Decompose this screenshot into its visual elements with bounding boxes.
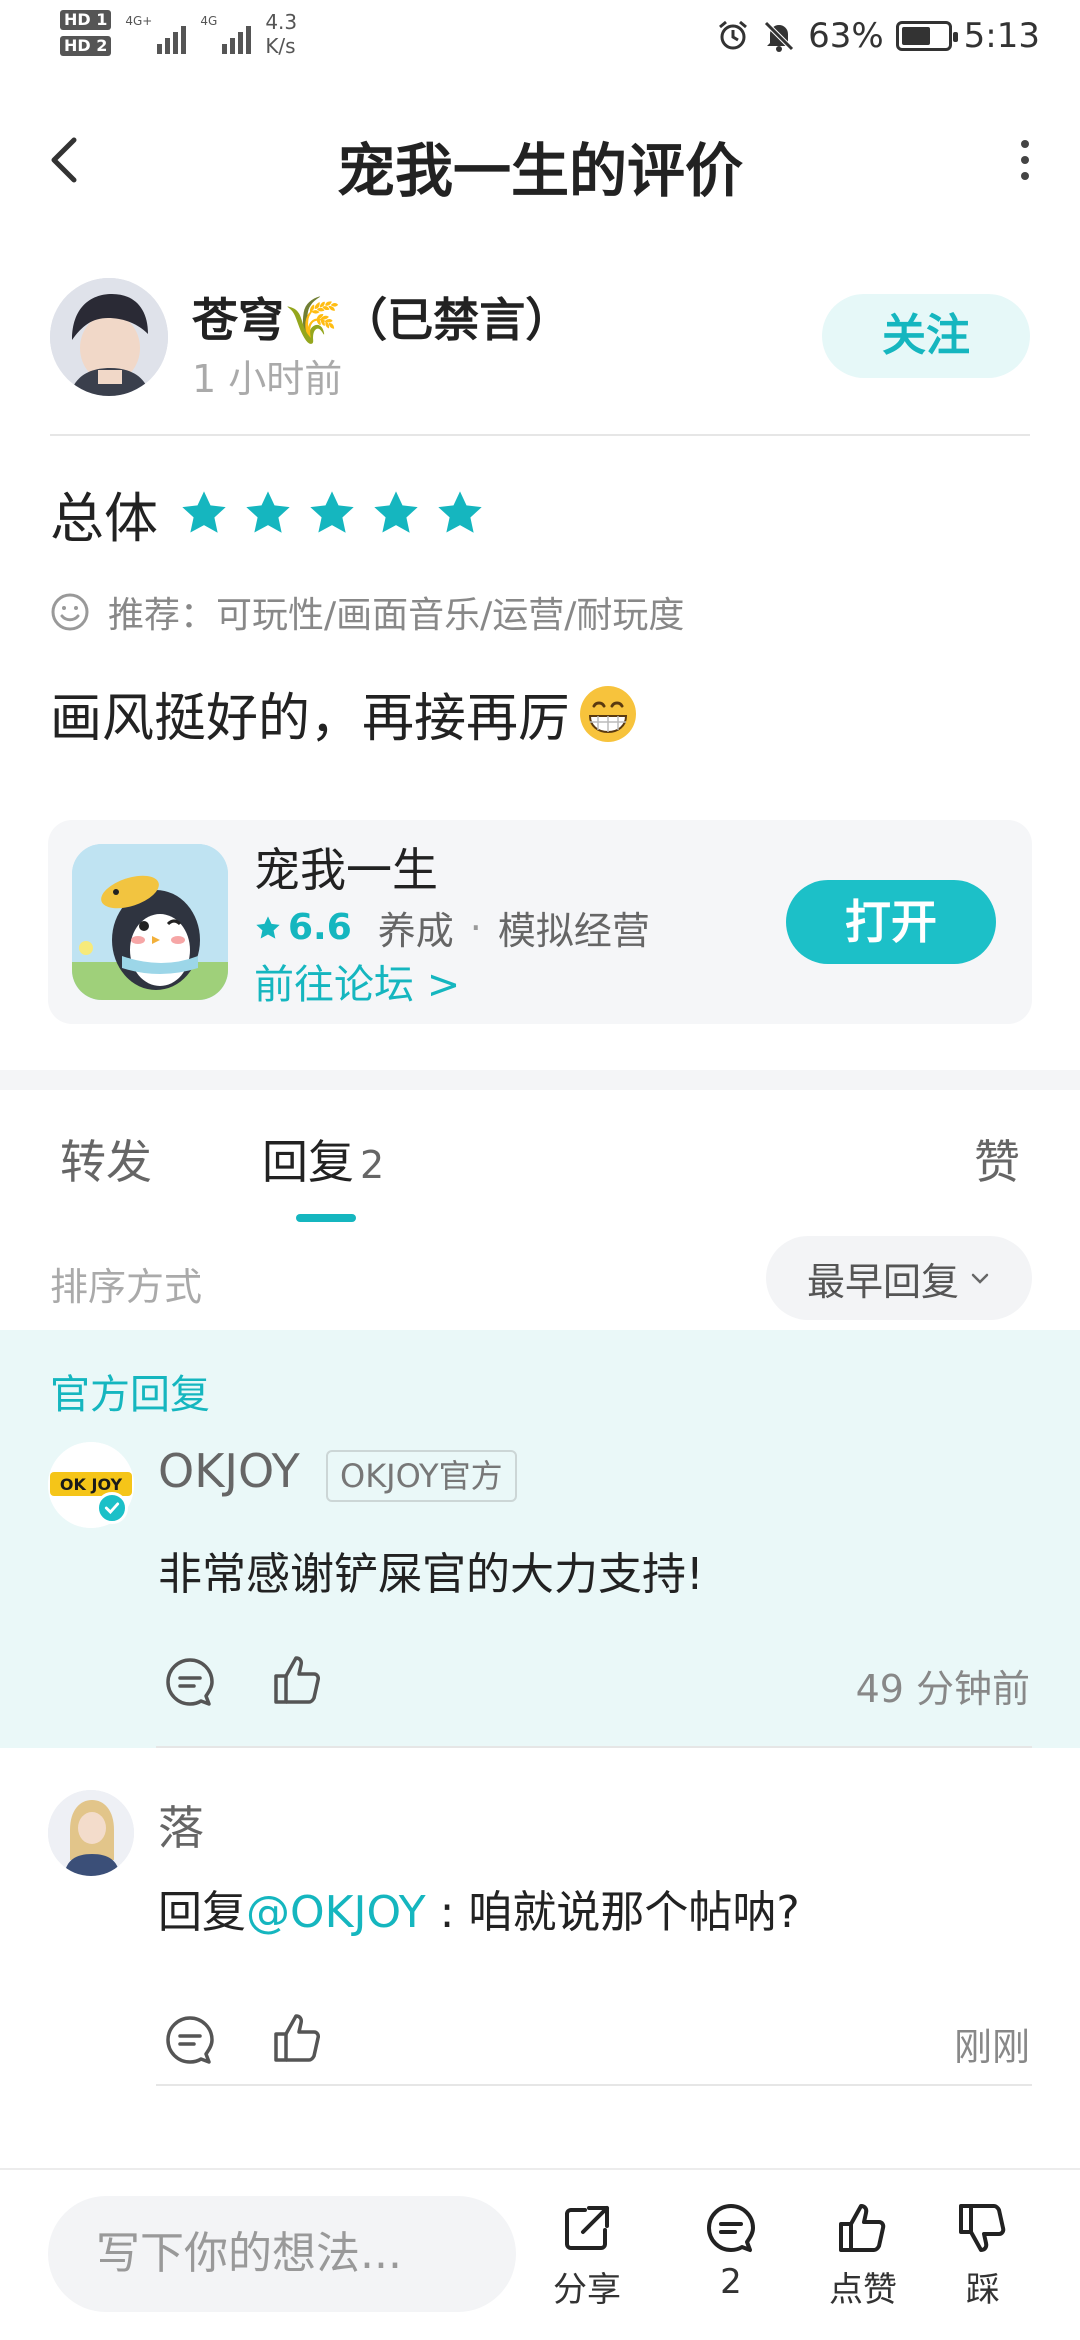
reply-time: 刚刚 [953,2025,1030,2069]
star-icon [310,491,354,533]
meta-separator: · [469,905,482,950]
sort-row: 排序方式 最早回复 [0,1236,1080,1332]
hd1-badge: HD 1 [60,10,112,30]
share-icon [565,2206,609,2250]
review-text: 画风挺好的，再接再厉 [50,689,571,749]
mention-link[interactable]: @OKJOY [246,1887,426,1938]
tab-replies-count: 2 [360,1143,385,1187]
comment-icon [707,2204,755,2252]
app-name[interactable]: 宠我一生 [254,834,438,900]
chevron-down-icon [971,1273,989,1284]
forum-link[interactable]: 前往论坛 > [254,952,460,1010]
clock: 5:13 [963,16,1040,56]
follow-button[interactable]: 关注 [822,294,1030,378]
comment-icon[interactable] [162,2012,218,2068]
rating-stars [178,487,498,539]
thumbs-down-icon [959,2204,1006,2252]
battery-icon [895,21,958,51]
recommend-row: 推荐：可玩性/画面音乐/运营/耐玩度 [50,586,684,638]
reply-prefix: 回复 [158,1887,246,1938]
dislike-label: 踩 [966,2270,1000,2310]
sort-label: 排序方式 [50,1265,203,1309]
overall-rating: 总体 [50,478,498,550]
page-title: 宠我一生的评价 [336,137,743,205]
active-tab-indicator [296,1214,356,1222]
net-speed: 4.3 K/s [265,10,298,58]
like-icon[interactable] [270,1652,326,1708]
app-meta: 6.6 养成 · 模拟经营 [254,900,650,955]
app-icon[interactable] [72,844,228,1000]
reply-author[interactable]: OKJOY [158,1444,300,1498]
official-reply-section: 官方回复 OK JOY OKJOY OKJOY官方 非常感谢铲屎官的大力支持! … [0,1330,1080,1748]
app-rating: 6.6 [288,907,352,948]
tab-bar: 转发 回复 2 赞 [0,1110,1080,1230]
reply-text: 回复@OKJOY : 咱就说那个帖呐? [158,1876,800,1940]
more-options-icon[interactable] [1010,130,1040,190]
reviewer-name[interactable]: 苍穹🌾（已禁言） [192,284,571,350]
dislike-button[interactable]: 踩 [928,2200,1038,2311]
comment-count: 2 [720,2262,742,2302]
review-timestamp: 1 小时前 [192,357,343,401]
like-button[interactable]: 点赞 [808,2200,918,2311]
hd2-badge: HD 2 [60,36,112,56]
top-app-bar: 宠我一生的评价 [0,100,1080,220]
mute-bell-icon [764,21,794,52]
signal-2-icon: 4G [200,10,252,54]
status-right: 63% 5:13 [716,16,1040,56]
star-icon [246,491,290,533]
sort-selected: 最早回复 [806,1259,959,1304]
comment-input[interactable]: 写下你的想法... [48,2196,516,2312]
tab-like[interactable]: 赞 [974,1126,1020,1192]
share-button[interactable]: 分享 [532,2200,642,2311]
review-content: 画风挺好的，再接再厉 [50,676,640,751]
overall-label: 总体 [50,486,158,550]
section-separator [0,1070,1080,1090]
avatar-illustration [50,278,168,396]
star-icon [374,491,418,533]
reply-avatar[interactable] [48,1790,134,1876]
app-tag-2: 模拟经营 [497,909,650,953]
tab-replies[interactable]: 回复 2 [262,1126,384,1192]
open-app-button[interactable]: 打开 [786,880,996,964]
divider [50,434,1030,436]
divider [156,1746,1032,1748]
reply-item: OK JOY OKJOY OKJOY官方 非常感谢铲屎官的大力支持! 49 分钟… [0,1442,1080,1742]
thumbs-up-icon [839,2204,886,2252]
reply-body: : 咱就说那个帖呐? [425,1887,800,1938]
reply-item: 落 回复@OKJOY : 咱就说那个帖呐? 刚刚 [0,1790,1080,2090]
like-label: 点赞 [829,2270,897,2310]
tab-replies-label: 回复 [262,1135,354,1189]
alarm-icon [719,20,748,50]
battery-percent: 63% [808,16,884,56]
star-icon [182,491,226,533]
official-reply-title: 官方回复 [50,1372,210,1418]
rating-star-icon [256,915,280,939]
recommend-text: 推荐：可玩性/画面音乐/运营/耐玩度 [108,595,685,636]
verified-badge-icon [96,1492,128,1524]
comment-button[interactable]: 2 [676,2200,786,2302]
app-tag-1: 养成 [377,909,454,953]
reviewer-row: 苍穹🌾（已禁言） 1 小时前 关注 [50,278,1030,401]
share-label: 分享 [553,2270,621,2310]
penguin-app-art [72,844,228,1000]
signal-1-icon: 4G+ [125,10,187,54]
status-bar: HD 1 HD 2 4G+ 4G 4.3 K/s 63% 5:13 [0,0,1080,80]
smile-icon [51,593,89,631]
avatar-illustration [48,1790,134,1876]
reply-author[interactable]: 落 [158,1792,204,1858]
comment-icon[interactable] [162,1654,218,1710]
status-left: HD 1 HD 2 4G+ 4G 4.3 K/s [60,10,297,58]
like-icon[interactable] [270,2010,326,2066]
bottom-action-bar: 写下你的想法... 分享 2 点赞 踩 [0,2168,1080,2340]
star-icon [438,491,482,533]
grinning-face-icon [580,685,637,742]
sort-dropdown[interactable]: 最早回复 [766,1236,1032,1320]
reply-text: 非常感谢铲屎官的大力支持! [158,1549,704,1600]
reviewer-avatar[interactable] [50,278,168,396]
reply-time: 49 分钟前 [855,1667,1030,1711]
tab-forward[interactable]: 转发 [60,1126,152,1192]
divider [156,2084,1032,2086]
official-badge: OKJOY官方 [326,1450,517,1502]
app-card[interactable]: 宠我一生 6.6 养成 · 模拟经营 前往论坛 > 打开 [48,820,1032,1024]
